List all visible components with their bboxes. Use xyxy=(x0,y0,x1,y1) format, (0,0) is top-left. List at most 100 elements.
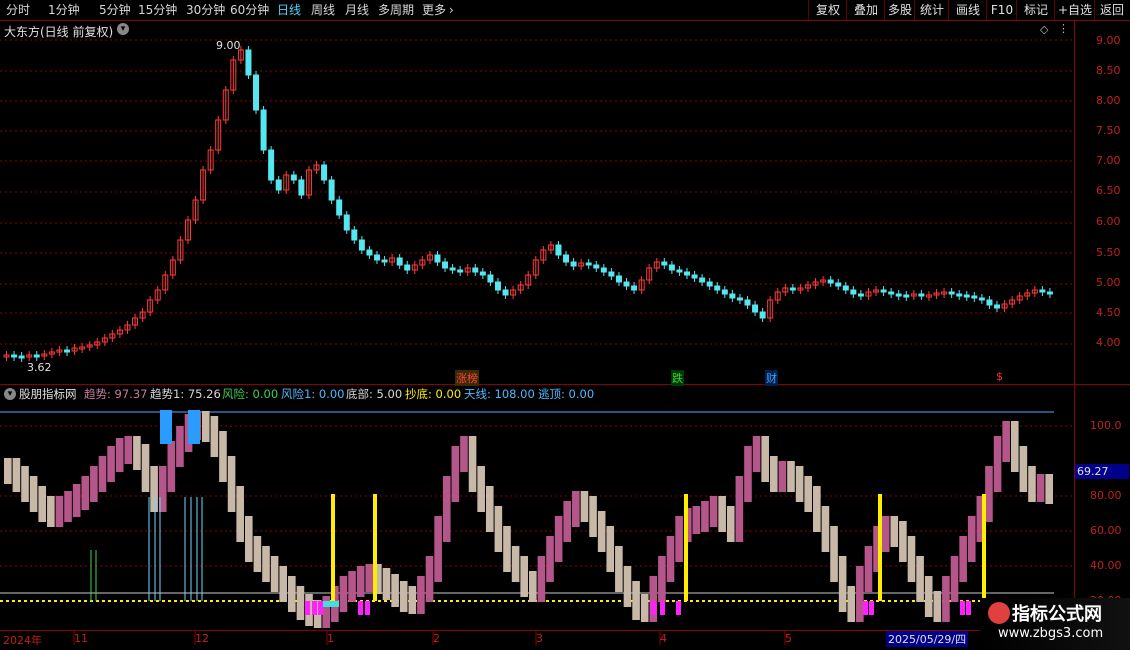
trend-bar xyxy=(47,496,55,527)
trend-bar xyxy=(399,581,408,612)
candle-body xyxy=(434,254,441,263)
candle-body xyxy=(842,285,849,291)
trend-bar xyxy=(133,436,141,470)
trend-bar xyxy=(847,586,856,622)
trend-bar xyxy=(38,486,47,522)
candle-body xyxy=(903,294,910,298)
trend-bar xyxy=(451,446,460,502)
trend-bar xyxy=(726,506,735,542)
candle-body xyxy=(971,295,978,299)
axis-separator xyxy=(1074,21,1075,650)
candle-body xyxy=(33,354,40,358)
bottom-bar xyxy=(305,601,310,615)
trend-bar xyxy=(339,576,348,612)
candle-body xyxy=(888,291,895,295)
candle-body xyxy=(502,289,509,296)
candle-body xyxy=(608,271,615,277)
trend-bar xyxy=(244,516,253,562)
candle-body xyxy=(404,264,411,271)
bottom-bar xyxy=(960,601,965,615)
candle-body xyxy=(623,281,630,287)
trend-bar xyxy=(563,501,572,542)
candle-body xyxy=(699,277,706,283)
current-value-badge: 69.27 xyxy=(1075,464,1129,479)
candle-body xyxy=(260,109,267,151)
candle-body xyxy=(336,199,343,216)
candle-body xyxy=(449,267,456,271)
candle-body xyxy=(479,271,486,276)
trend-bar xyxy=(115,438,124,472)
candle-body xyxy=(328,179,335,201)
back-button[interactable]: 返回 xyxy=(1094,0,1129,20)
candle-body xyxy=(827,279,834,284)
y-tick: 40.00 xyxy=(1090,559,1122,572)
trend-bar xyxy=(580,491,589,522)
candle-body xyxy=(850,289,857,295)
trend-bar xyxy=(124,436,133,464)
trend-bar xyxy=(554,516,563,562)
candle-body xyxy=(835,282,842,287)
candle-body xyxy=(563,254,570,263)
trend-bar xyxy=(692,506,701,534)
candle-body xyxy=(321,164,328,181)
candle-body xyxy=(351,229,358,241)
candle-body xyxy=(268,149,275,181)
trend-bar xyxy=(511,546,520,582)
trend-bar xyxy=(907,536,916,582)
trend-bar xyxy=(864,546,873,592)
watermark-url: www.zbgs3.com xyxy=(998,626,1104,641)
trend-bar xyxy=(1028,466,1036,502)
trend-bar xyxy=(666,536,675,582)
candle-body xyxy=(918,293,925,297)
trend-bar xyxy=(150,466,158,512)
trend-bar xyxy=(382,568,391,600)
trend-bar xyxy=(752,436,761,472)
trend-bar xyxy=(494,506,503,552)
candle-body xyxy=(895,293,902,297)
trend-bar xyxy=(589,496,597,537)
y-tick: 4.50 xyxy=(1096,306,1121,319)
y-tick: 8.50 xyxy=(1096,64,1121,77)
trend-bar xyxy=(769,456,778,492)
candle-body xyxy=(880,289,887,293)
bottom-bar xyxy=(323,601,339,607)
trend-bar xyxy=(1045,474,1053,504)
trend-bar xyxy=(219,431,227,482)
candle-body xyxy=(585,262,592,266)
trend-bar xyxy=(55,496,64,527)
candle-body xyxy=(706,281,713,287)
y-tick: 4.00 xyxy=(1096,336,1121,349)
trend-bar xyxy=(967,516,976,562)
buy-signal-bar xyxy=(331,494,335,601)
trend-bar xyxy=(227,456,236,512)
trend-bar xyxy=(391,574,399,607)
price-chart[interactable] xyxy=(0,0,1074,650)
trend-bar xyxy=(167,441,176,492)
trend-bar xyxy=(356,566,365,597)
trend-bar xyxy=(270,556,279,592)
trend-bar xyxy=(985,466,993,522)
candle-body xyxy=(661,261,668,266)
trend-bar xyxy=(813,486,821,532)
trend-bar xyxy=(572,491,580,527)
trend-bar xyxy=(322,596,331,628)
candle-body xyxy=(373,254,380,261)
trend-bar xyxy=(520,556,528,597)
candle-body xyxy=(956,293,963,297)
bottom-bar xyxy=(358,601,363,615)
candle-body xyxy=(358,239,365,251)
trend-bar xyxy=(615,546,623,592)
trend-bar xyxy=(477,466,485,512)
candle-body xyxy=(487,274,494,283)
candle-body xyxy=(298,179,305,196)
trend-bar xyxy=(29,476,38,512)
y-tick: 9.00 xyxy=(1096,34,1121,47)
candle-body xyxy=(253,74,260,111)
trend-bar xyxy=(72,484,81,517)
trend-bar xyxy=(1010,421,1019,472)
trend-bar xyxy=(262,546,270,582)
bottom-bar xyxy=(651,601,656,615)
candle-body xyxy=(343,214,350,231)
candle-body xyxy=(593,264,600,269)
trend-bar xyxy=(735,476,744,542)
